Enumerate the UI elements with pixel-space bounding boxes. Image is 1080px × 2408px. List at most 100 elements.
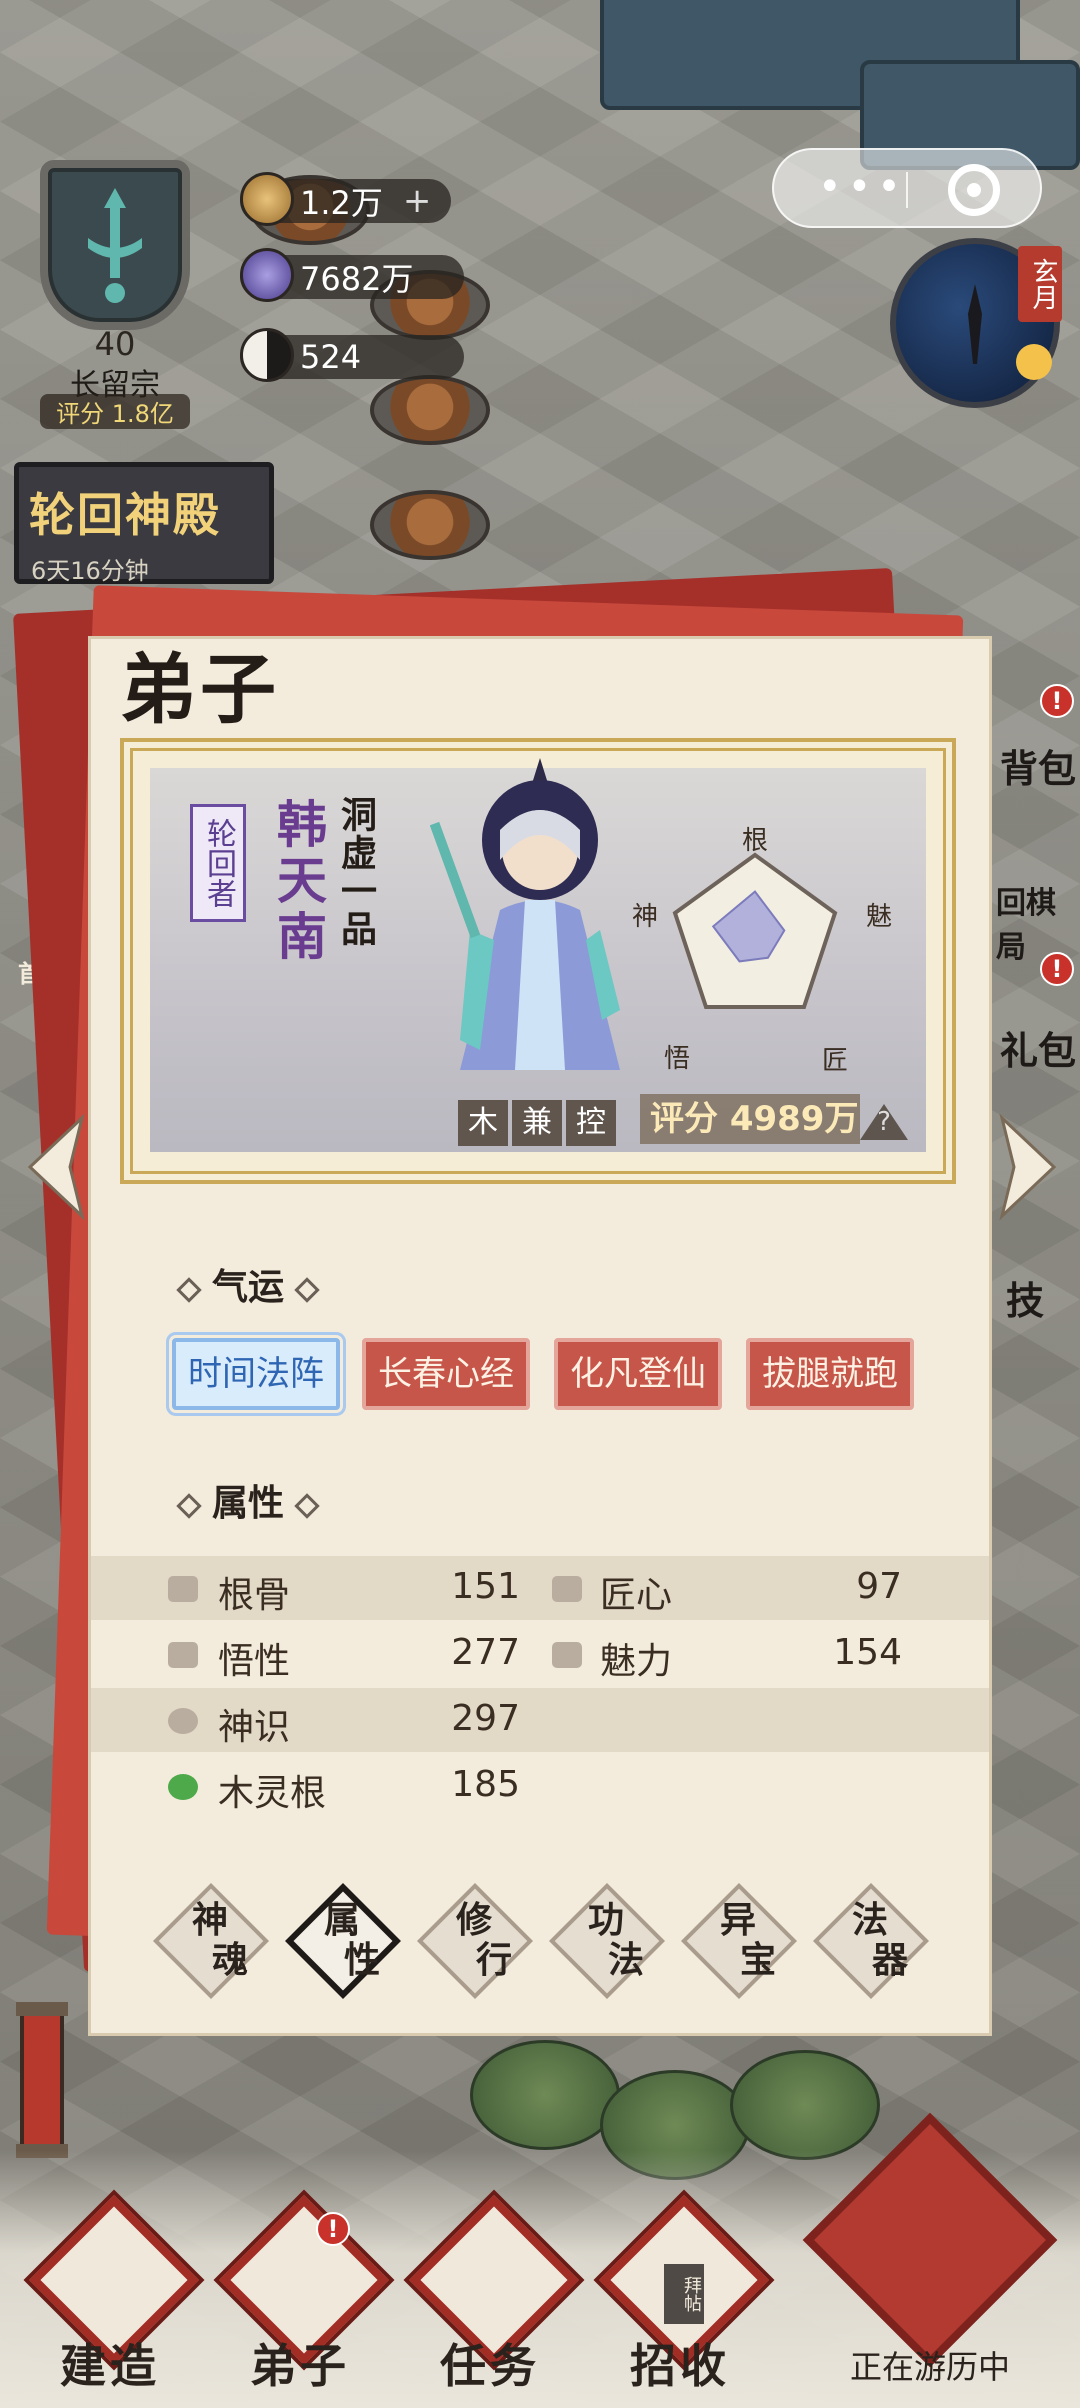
tab-cultivation[interactable]: 修行 bbox=[417, 1883, 533, 1999]
attribute-row: 悟性 277 魅力 154 bbox=[88, 1622, 992, 1686]
fortune-ascension[interactable]: 化凡登仙 bbox=[554, 1338, 722, 1410]
attr-label: 木灵根 bbox=[218, 1773, 327, 1814]
craft-icon bbox=[552, 1576, 582, 1602]
travel-icon bbox=[802, 2112, 1058, 2368]
lotus-pond bbox=[470, 2040, 620, 2150]
attr-label: 根骨 bbox=[218, 1575, 291, 1616]
resource-value: 7682万 bbox=[300, 260, 414, 298]
character-sprite[interactable] bbox=[430, 750, 650, 1110]
radar-label-charm: 魅 bbox=[866, 902, 893, 932]
heart-icon bbox=[552, 1642, 582, 1668]
resource-value: 1.2万 bbox=[300, 184, 383, 222]
side-skill-button[interactable]: 技 bbox=[1006, 1270, 1044, 1325]
miniprogram-capsule: ••• bbox=[772, 148, 1042, 228]
sect-emblem bbox=[40, 160, 190, 330]
nav-travel[interactable]: 正在游历中 bbox=[800, 2112, 1060, 2386]
fortune-time-array[interactable]: 时间法阵 bbox=[172, 1338, 340, 1410]
fortune-heading: 气运 bbox=[166, 1258, 330, 1310]
nav-label: 招收 bbox=[630, 2339, 730, 2393]
tab-attributes[interactable]: 属性 bbox=[285, 1883, 401, 1999]
attribute-row: 根骨 151 匠心 97 bbox=[88, 1556, 992, 1620]
dialog-title: 弟子 bbox=[120, 645, 280, 734]
radar-label-root: 根 bbox=[742, 826, 769, 856]
trait-tag: 控 bbox=[566, 1100, 616, 1146]
palace-title: 轮回神殿 bbox=[29, 488, 221, 542]
tab-label: 功法 bbox=[587, 1899, 644, 1981]
side-chess-button[interactable]: 回棋局 bbox=[996, 878, 1080, 966]
nav-tasks[interactable]: 任务 bbox=[400, 2195, 580, 2400]
character-score: 评分 4989万 bbox=[640, 1094, 860, 1144]
nav-label: 任务 bbox=[440, 2339, 540, 2393]
radar-label-spirit: 神 bbox=[632, 902, 659, 932]
ornament-icon bbox=[294, 1493, 320, 1519]
prev-disciple-arrow-icon[interactable] bbox=[22, 1112, 92, 1222]
attr-label: 匠心 bbox=[600, 1575, 673, 1616]
scroll-icon[interactable] bbox=[14, 2000, 70, 2160]
tab-techniques[interactable]: 功法 bbox=[549, 1883, 665, 1999]
attr-value: 297 bbox=[451, 1698, 520, 1739]
nav-label: 弟子 bbox=[250, 2339, 350, 2393]
tab-treasures[interactable]: 异宝 bbox=[681, 1883, 797, 1999]
nav-label: 建造 bbox=[60, 2339, 160, 2393]
fortune-run-away[interactable]: 拔腿就跑 bbox=[746, 1338, 914, 1410]
disciple-alert-badge: ! bbox=[316, 2212, 350, 2246]
radar-label-insight: 悟 bbox=[664, 1044, 691, 1074]
more-button[interactable]: ••• bbox=[818, 164, 907, 210]
palace-timer: 6天16分钟 bbox=[31, 557, 149, 585]
attribute-row: 神识 297 bbox=[88, 1688, 992, 1752]
attribute-heading-text: 属性 bbox=[212, 1482, 285, 1524]
nav-build[interactable]: 建造 bbox=[20, 2195, 200, 2400]
tab-label: 属性 bbox=[323, 1899, 380, 1981]
radar-label-craft: 匠 bbox=[822, 1046, 849, 1076]
add-resource-button[interactable]: + bbox=[403, 181, 432, 221]
side-gift-button[interactable]: 礼包 bbox=[1000, 1020, 1076, 1075]
trait-tag: 兼 bbox=[512, 1100, 562, 1146]
attribute-heading: 属性 bbox=[166, 1474, 330, 1526]
tab-soul[interactable]: 神魂 bbox=[153, 1883, 269, 1999]
bone-icon bbox=[168, 1576, 198, 1602]
fortune-eternal-spring[interactable]: 长春心经 bbox=[362, 1338, 530, 1410]
trait-tag: 木 bbox=[458, 1100, 508, 1146]
resource-yin-yang[interactable]: 524 bbox=[240, 328, 464, 382]
ornament-icon bbox=[294, 1277, 320, 1303]
invite-card: 拜帖 bbox=[664, 2264, 704, 2324]
resource-crystal[interactable]: 7682万 bbox=[240, 248, 464, 302]
nav-disciples[interactable]: 弟子 ! bbox=[210, 2195, 390, 2400]
reincarnator-tag: 轮回者 bbox=[190, 804, 246, 922]
tree-stump bbox=[370, 375, 490, 445]
wood-root-icon bbox=[168, 1774, 198, 1800]
nav-recruit[interactable]: 拜帖 招收 bbox=[590, 2195, 770, 2400]
tab-artifacts[interactable]: 法器 bbox=[813, 1883, 929, 1999]
spirit-stone-icon bbox=[240, 172, 294, 226]
tab-label: 修行 bbox=[455, 1899, 512, 1981]
side-bag-button[interactable]: 背包 bbox=[1000, 738, 1076, 793]
spirit-sense-icon bbox=[168, 1708, 198, 1734]
attr-value: 185 bbox=[451, 1764, 520, 1805]
ornament-icon bbox=[176, 1277, 202, 1303]
attr-label: 悟性 bbox=[218, 1641, 291, 1682]
tree-stump bbox=[370, 490, 490, 560]
resource-value: 524 bbox=[300, 338, 362, 376]
attr-value: 154 bbox=[833, 1632, 902, 1673]
fortune-heading-text: 气运 bbox=[212, 1266, 285, 1308]
sect-score: 评分 1.8亿 bbox=[40, 394, 190, 429]
tab-label: 神魂 bbox=[191, 1899, 248, 1981]
attr-value: 151 bbox=[451, 1566, 520, 1607]
ornament-icon bbox=[176, 1493, 202, 1519]
bag-alert-badge: ! bbox=[1040, 684, 1074, 718]
sect-level: 40 bbox=[94, 325, 136, 363]
resource-spirit-stone[interactable]: 1.2万 + bbox=[240, 172, 452, 226]
attr-value: 277 bbox=[451, 1632, 520, 1673]
sword-icon bbox=[88, 188, 142, 303]
next-disciple-arrow-icon[interactable] bbox=[992, 1112, 1062, 1222]
yin-yang-icon bbox=[240, 328, 294, 382]
reincarnation-palace-banner[interactable]: 轮回神殿 6天16分钟 bbox=[14, 462, 274, 585]
sect-badge[interactable]: 40 长留宗 评分 1.8亿 bbox=[20, 120, 210, 429]
attr-value: 97 bbox=[856, 1566, 902, 1607]
crystal-icon bbox=[240, 248, 294, 302]
travel-status: 正在游历中 bbox=[849, 2348, 1010, 2386]
close-target-icon[interactable] bbox=[948, 164, 1000, 216]
moon-phase-tag: 玄月 bbox=[1018, 246, 1062, 322]
capsule-divider bbox=[906, 172, 908, 208]
attr-label: 魅力 bbox=[600, 1641, 673, 1682]
